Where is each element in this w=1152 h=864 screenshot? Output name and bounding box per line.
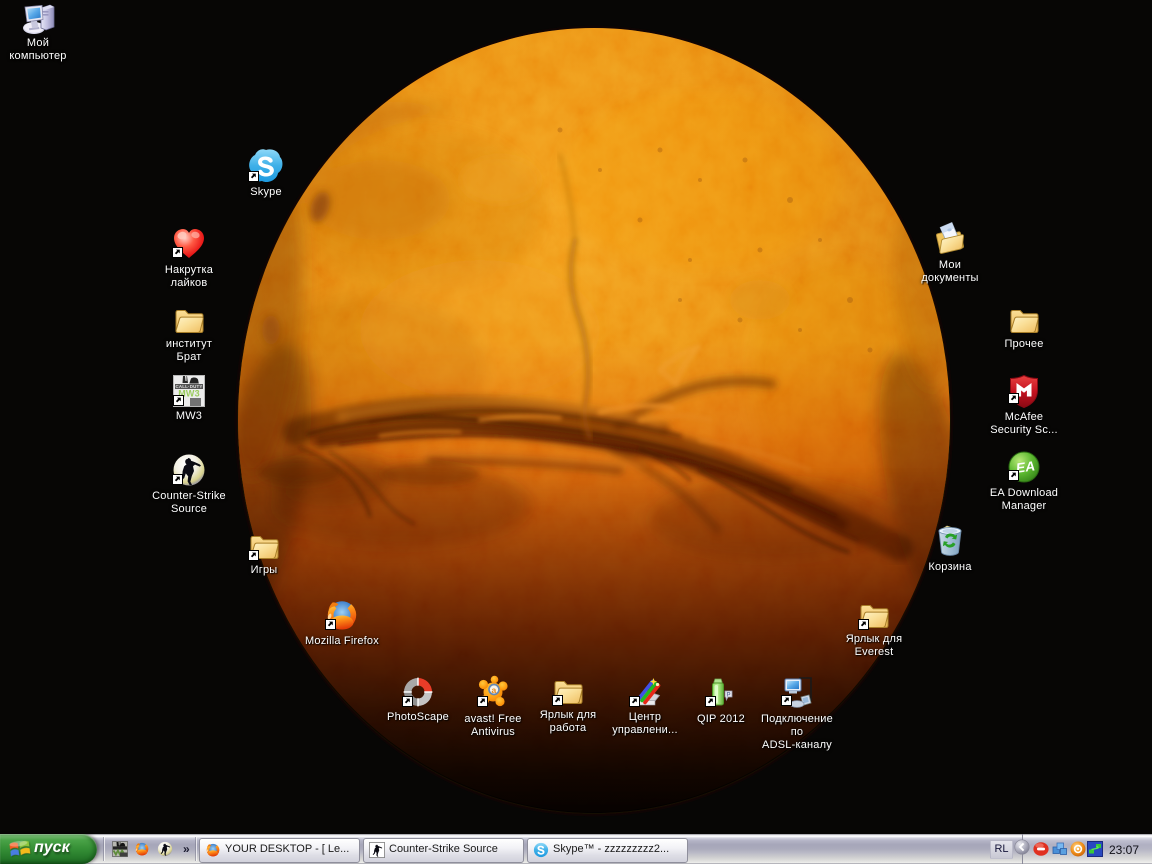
svg-text:P: P (726, 693, 730, 699)
svg-text:a: a (492, 685, 497, 695)
